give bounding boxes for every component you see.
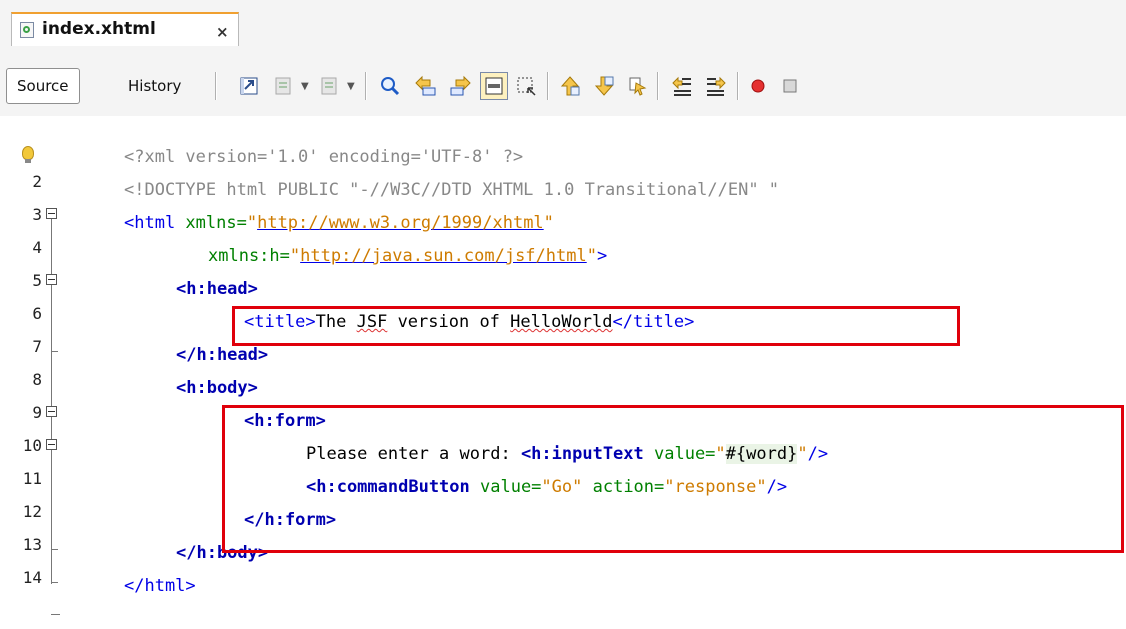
highlight-box-title (232, 306, 960, 346)
find-selection-icon[interactable] (376, 72, 404, 100)
quote: " (586, 246, 597, 266)
toolbar-separator (365, 72, 367, 100)
code-line-14: </html> (124, 576, 196, 596)
previous-bookmark-icon[interactable] (556, 72, 584, 100)
line-number: 10 (22, 436, 42, 455)
fold-toggle-body[interactable] (46, 406, 57, 417)
fold-end-html (51, 614, 60, 615)
line-number: 12 (22, 502, 42, 521)
xmlns-attribute: xmlns= (185, 213, 247, 233)
code-editor[interactable]: 2 3 4 5 6 7 8 9 10 11 12 13 14 <?xml ver… (0, 116, 1126, 629)
code-line-5: <h:head> (176, 279, 258, 299)
xmlns-h-attribute: xmlns:h= (208, 246, 290, 266)
fold-toggle-form[interactable] (46, 439, 57, 450)
quote: " (289, 246, 301, 266)
tab-filename: index.xhtml (42, 19, 156, 39)
fold-end-form (51, 549, 58, 550)
back-dropdown-caret-icon[interactable]: ▼ (301, 81, 309, 92)
line-number: 8 (32, 370, 42, 389)
stop-macro-icon[interactable] (776, 72, 804, 100)
line-number: 6 (32, 304, 42, 323)
line-number: 5 (32, 271, 42, 290)
hint-lightbulb-icon[interactable] (22, 146, 34, 163)
quote: " (543, 213, 554, 233)
line-number: 7 (32, 337, 42, 356)
xmlns-url[interactable]: http://www.w3.org/1999/xhtml (257, 213, 544, 233)
h-body-open-tag: <h:body> (176, 378, 258, 398)
file-tab-index-xhtml[interactable]: index.xhtml × (11, 12, 239, 46)
html-close-tag: </html> (124, 576, 196, 596)
fold-end-body (51, 582, 58, 583)
fold-end-head (51, 351, 58, 352)
close-tab-icon[interactable]: × (216, 23, 229, 41)
toolbar-separator (657, 72, 659, 100)
editor-toolbar: Source History ▼ ▼ (0, 46, 1126, 116)
toggle-highlight-icon[interactable] (480, 72, 508, 100)
line-number: 13 (22, 535, 42, 554)
history-button[interactable]: History (118, 68, 191, 104)
xml-declaration: <?xml version='1.0' encoding='UTF-8' ?> (124, 147, 524, 167)
code-line-1: <?xml version='1.0' encoding='UTF-8' ?> (124, 147, 523, 167)
source-button[interactable]: Source (6, 68, 80, 104)
line-number: 9 (32, 403, 42, 422)
h-head-open-tag: <h:head> (176, 279, 258, 299)
back-icon[interactable] (270, 72, 298, 100)
shift-left-icon[interactable] (668, 72, 696, 100)
code-line-7: </h:head> (176, 345, 268, 365)
toggle-bookmark-icon[interactable] (624, 72, 652, 100)
toggle-rect-select-icon[interactable] (512, 72, 540, 100)
code-line-4: xmlns:h="http://java.sun.com/jsf/html"> (208, 246, 607, 266)
find-next-icon[interactable] (446, 72, 474, 100)
code-line-2: <!DOCTYPE html PUBLIC "-//W3C//DTD XHTML… (124, 180, 779, 200)
xhtml-file-icon (20, 22, 34, 38)
toolbar-separator (547, 72, 549, 100)
start-macro-icon[interactable] (744, 72, 772, 100)
tag-close-bracket: > (596, 246, 608, 266)
toolbar-separator (215, 72, 217, 100)
editor-tab-strip: index.xhtml × (0, 0, 1126, 46)
fold-toggle-html[interactable] (46, 208, 57, 219)
h-head-close-tag: </h:head> (176, 345, 269, 365)
next-bookmark-icon[interactable] (590, 72, 618, 100)
toolbar-separator (737, 72, 739, 100)
code-line-8: <h:body> (176, 378, 258, 398)
quote: " (246, 213, 258, 233)
code-line-3: <html xmlns="http://www.w3.org/1999/xhtm… (124, 213, 554, 233)
highlight-box-form (222, 405, 1124, 553)
find-previous-icon[interactable] (412, 72, 440, 100)
line-number: 14 (22, 568, 42, 587)
line-number: 4 (32, 238, 42, 257)
line-number: 2 (32, 172, 42, 191)
forward-dropdown-caret-icon[interactable]: ▼ (347, 81, 355, 92)
line-number: 11 (22, 469, 42, 488)
html-open-tag: <html (124, 213, 186, 233)
line-number: 3 (32, 205, 42, 224)
shift-right-icon[interactable] (702, 72, 730, 100)
last-edit-icon[interactable] (236, 72, 264, 100)
xmlns-h-url[interactable]: http://java.sun.com/jsf/html (300, 246, 587, 266)
forward-icon[interactable] (316, 72, 344, 100)
fold-toggle-head[interactable] (46, 274, 57, 285)
doctype-declaration: <!DOCTYPE html PUBLIC "-//W3C//DTD XHTML… (124, 180, 780, 200)
